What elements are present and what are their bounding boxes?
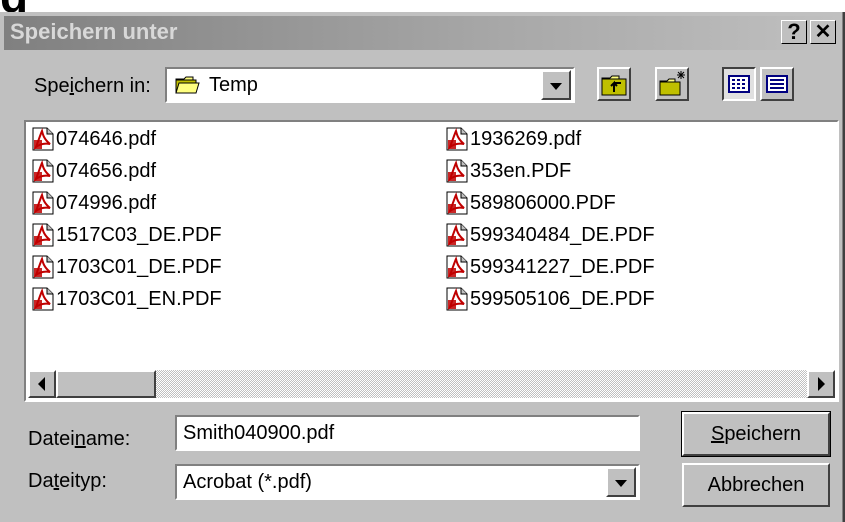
filename-label: Dateiname: [28, 428, 131, 450]
title-bar[interactable]: Speichern unter ? ✕ [4, 16, 841, 50]
filetype-combobox[interactable]: Acrobat (*.pdf) [175, 464, 640, 500]
file-name: 1936269.pdf [470, 127, 582, 150]
file-item[interactable]: 1703C01_DE.PDF [32, 254, 222, 280]
file-item[interactable]: 1517C03_DE.PDF [32, 222, 222, 248]
horizontal-scrollbar[interactable] [28, 370, 835, 398]
save-in-label: Speichern in: [34, 75, 151, 97]
file-item[interactable]: 599505106_DE.PDF [446, 286, 655, 312]
chevron-down-icon [615, 480, 627, 487]
pdf-file-icon [32, 159, 54, 183]
file-item[interactable]: 599341227_DE.PDF [446, 254, 655, 280]
details-view-icon [766, 75, 788, 93]
chevron-down-icon [550, 83, 562, 90]
help-button[interactable]: ? [781, 20, 807, 44]
scroll-left-button[interactable] [28, 370, 56, 398]
scroll-track[interactable] [56, 370, 807, 398]
pdf-file-icon [446, 287, 468, 311]
pdf-file-icon [446, 223, 468, 247]
save-as-dialog: Speichern unter ? ✕ Speichern in: Temp 0… [0, 12, 845, 522]
file-list[interactable]: 074646.pdf 074656.pdf 074996.pdf 1517C03_DE… [24, 120, 839, 402]
file-item[interactable]: 074646.pdf [32, 126, 156, 152]
pdf-file-icon [32, 191, 54, 215]
save-button[interactable]: Speichern [681, 411, 831, 457]
pdf-file-icon [32, 287, 54, 311]
file-name: 074996.pdf [56, 191, 157, 214]
list-view-icon [728, 75, 750, 93]
file-name: 353en.PDF [470, 159, 572, 182]
up-one-level-button[interactable] [597, 67, 631, 101]
save-in-value: Temp [209, 74, 258, 96]
right-arrow-icon [818, 377, 825, 391]
file-item[interactable]: 074996.pdf [32, 190, 156, 216]
file-name: 074656.pdf [56, 159, 157, 182]
new-folder-icon [659, 71, 685, 96]
scroll-thumb[interactable] [56, 370, 156, 398]
file-item[interactable]: 074656.pdf [32, 158, 156, 184]
cancel-button[interactable]: Abbrechen [682, 463, 830, 507]
file-item[interactable]: 589806000.PDF [446, 190, 616, 216]
filename-input[interactable]: Smith040900.pdf [175, 415, 640, 451]
details-view-button[interactable] [760, 67, 794, 101]
file-name: 1703C01_DE.PDF [56, 255, 222, 278]
save-in-combobox[interactable]: Temp [165, 67, 575, 103]
close-button[interactable]: ✕ [810, 20, 836, 44]
left-arrow-icon [38, 377, 45, 391]
pdf-file-icon [446, 127, 468, 151]
file-item[interactable]: 599340484_DE.PDF [446, 222, 655, 248]
dialog-title: Speichern unter [10, 19, 178, 44]
pdf-file-icon [32, 223, 54, 247]
pdf-file-icon [446, 159, 468, 183]
file-item[interactable]: 1936269.pdf [446, 126, 581, 152]
file-name: 074646.pdf [56, 127, 157, 150]
file-name: 599341227_DE.PDF [470, 255, 655, 278]
create-new-folder-button[interactable] [655, 67, 689, 101]
folder-icon [175, 75, 201, 100]
list-view-button[interactable] [722, 67, 756, 101]
file-name: 599505106_DE.PDF [470, 287, 655, 310]
file-name: 599340484_DE.PDF [470, 223, 655, 246]
scroll-right-button[interactable] [807, 370, 835, 398]
save-in-dropdown-button[interactable] [541, 70, 571, 100]
pdf-file-icon [446, 191, 468, 215]
file-name: 589806000.PDF [470, 191, 616, 214]
filetype-value: Acrobat (*.pdf) [183, 471, 312, 493]
file-name: 1703C01_EN.PDF [56, 287, 222, 310]
filetype-dropdown-button[interactable] [606, 467, 636, 497]
pdf-file-icon [446, 255, 468, 279]
pdf-file-icon [32, 127, 54, 151]
filetype-label: Dateityp: [28, 470, 107, 492]
pdf-file-icon [32, 255, 54, 279]
file-name: 1517C03_DE.PDF [56, 223, 222, 246]
file-item[interactable]: 353en.PDF [446, 158, 571, 184]
up-folder-icon [601, 75, 627, 96]
file-item[interactable]: 1703C01_EN.PDF [32, 286, 222, 312]
